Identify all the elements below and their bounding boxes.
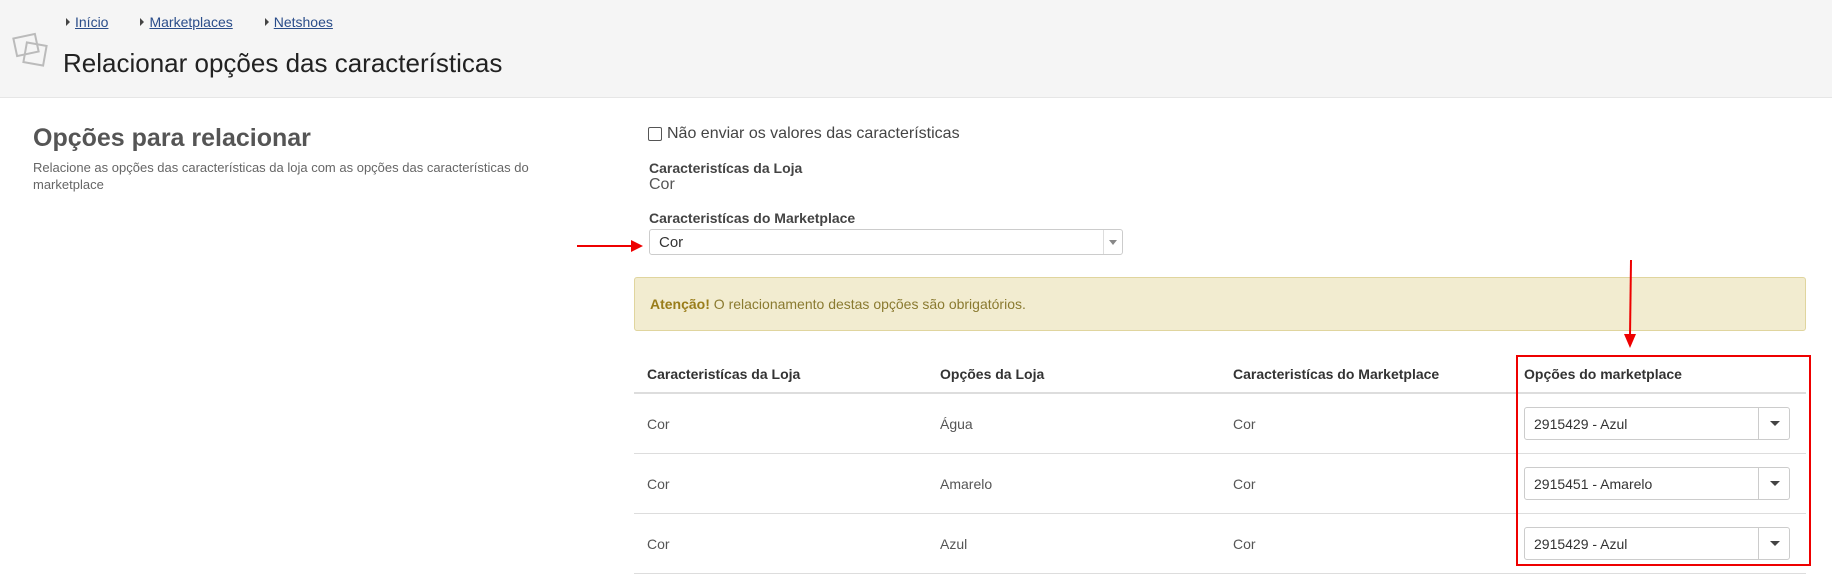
alert-strong: Atenção! [650, 296, 710, 312]
store-feature-cell: Cor [647, 535, 670, 552]
table-row: Cor Água Cor 2915429 - Azul [634, 394, 1806, 454]
marketplace-feature-cell: Cor [1233, 415, 1256, 432]
page-header: Início Marketplaces Netshoes Relacionar … [0, 0, 1832, 98]
annotation-arrow-icon [577, 240, 643, 252]
caret-right-icon [264, 18, 269, 26]
marketplace-option-cell: 2915451 - Amarelo [1513, 467, 1806, 500]
options-form: Não enviar os valores das característica… [634, 125, 1806, 143]
table-row: Cor Amarelo Cor 2915451 - Amarelo [634, 454, 1806, 514]
breadcrumb-item-marketplaces: Marketplaces [140, 14, 233, 30]
marketplace-option-selected: 2915429 - Azul [1534, 536, 1628, 552]
marketplace-option-cell: 2915429 - Azul [1513, 407, 1806, 440]
table-row: Cor Azul Cor 2915429 - Azul [634, 514, 1806, 574]
marketplace-option-select[interactable]: 2915429 - Azul [1524, 527, 1790, 560]
docs-logo-icon [12, 32, 48, 67]
marketplace-feature-cell: Cor [1233, 535, 1256, 552]
caret-right-icon [140, 18, 145, 26]
page-title: Relacionar opções das características [63, 48, 503, 78]
marketplace-feature-select[interactable]: Cor [649, 229, 1123, 255]
store-feature-label: Caracteristícas da Loja [649, 160, 803, 176]
breadcrumb-item-netshoes: Netshoes [264, 14, 333, 30]
chevron-down-icon [1770, 481, 1780, 486]
dropdown-toggle[interactable] [1758, 408, 1789, 439]
chevron-down-icon [1770, 421, 1780, 426]
caret-right-icon [66, 18, 70, 26]
store-feature-cell: Cor [647, 475, 670, 492]
no-send-values-option[interactable]: Não enviar os valores das característica… [648, 125, 1806, 143]
table-header: Caracteristícas da Loja Opções da Loja C… [634, 355, 1806, 394]
breadcrumb-link-netshoes[interactable]: Netshoes [274, 14, 333, 30]
no-send-values-checkbox[interactable] [648, 127, 662, 141]
marketplace-option-select[interactable]: 2915429 - Azul [1524, 407, 1790, 440]
store-option-cell: Amarelo [940, 475, 993, 492]
marketplace-option-select[interactable]: 2915451 - Amarelo [1524, 467, 1790, 500]
options-table: Caracteristícas da Loja Opções da Loja C… [634, 355, 1806, 574]
breadcrumb-link-marketplaces[interactable]: Marketplaces [149, 14, 232, 30]
breadcrumb-item-inicio: Início [66, 14, 108, 30]
marketplace-feature-label: Caracteristícas do Marketplace [649, 210, 856, 226]
marketplace-option-selected: 2915429 - Azul [1534, 416, 1628, 432]
store-feature-cell: Cor [647, 415, 670, 432]
store-option-cell: Água [940, 415, 973, 432]
section-title: Opções para relacionar [33, 124, 311, 152]
breadcrumb-link-inicio[interactable]: Início [75, 14, 108, 30]
marketplace-option-selected: 2915451 - Amarelo [1534, 476, 1653, 492]
column-header: Opções do marketplace [1524, 365, 1682, 382]
section-intro: Opções para relacionar Relacione as opçõ… [33, 124, 573, 193]
dropdown-toggle[interactable] [1758, 528, 1789, 559]
no-send-values-label: Não enviar os valores das característica… [667, 125, 960, 142]
select-toggle[interactable] [1103, 230, 1122, 254]
breadcrumb: Início Marketplaces Netshoes [66, 14, 365, 30]
chevron-down-icon [1109, 240, 1117, 245]
marketplace-feature-selected: Cor [659, 234, 684, 251]
store-option-cell: Azul [940, 535, 968, 552]
alert-text: O relacionamento destas opções são obrig… [709, 296, 1026, 312]
marketplace-feature-cell: Cor [1233, 475, 1256, 492]
column-header: Caracteristícas da Loja [647, 365, 801, 382]
section-description: Relacione as opções das características … [33, 160, 529, 192]
marketplace-option-cell: 2915429 - Azul [1513, 527, 1806, 560]
column-header: Caracteristícas do Marketplace [1233, 365, 1440, 382]
chevron-down-icon [1770, 541, 1780, 546]
required-alert: Atenção! O relacionamento destas opções … [634, 277, 1806, 331]
column-header: Opções da Loja [940, 365, 1045, 382]
store-feature-value: Cor [649, 176, 675, 193]
dropdown-toggle[interactable] [1758, 468, 1789, 499]
